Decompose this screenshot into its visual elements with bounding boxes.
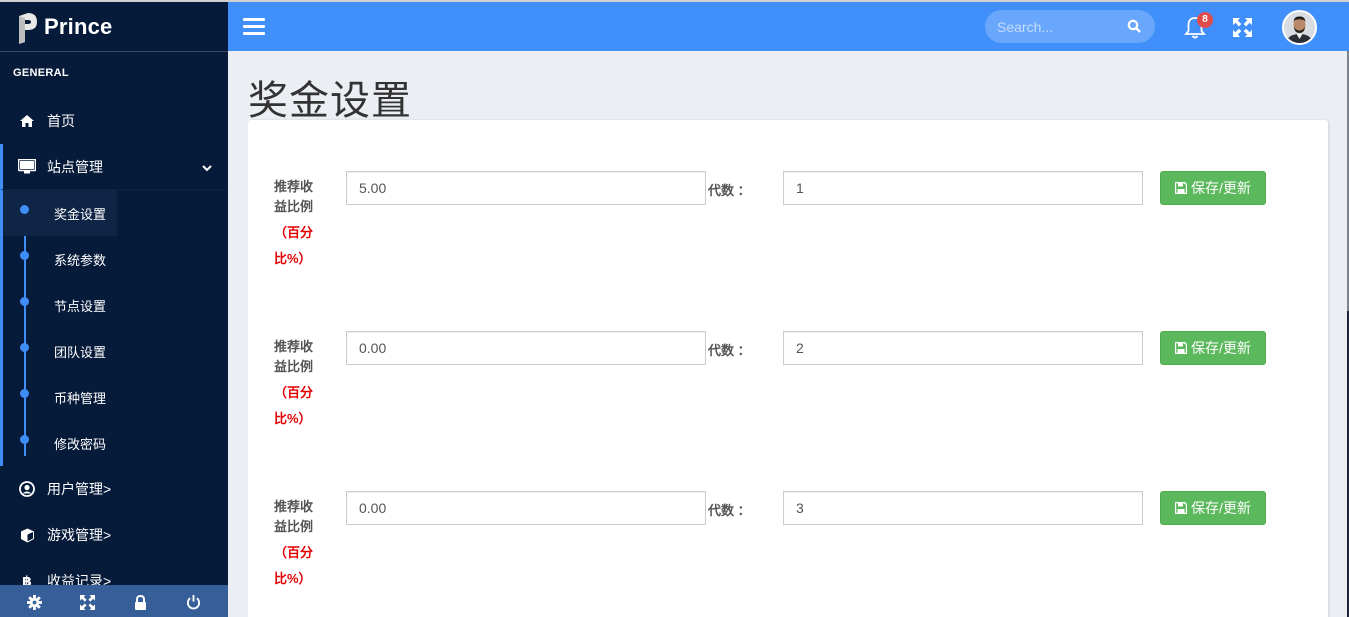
power-icon[interactable] — [185, 593, 203, 611]
sidebar-subitem-label: 奖金设置 — [54, 206, 107, 222]
generation-input[interactable] — [783, 331, 1143, 365]
sidebar-subitem-label: 修改密码 — [54, 436, 107, 452]
home-icon — [18, 113, 36, 129]
bonus-row-2: 推荐收益比例 （百分比%） 代数 ： 保存/更新 — [248, 331, 1328, 441]
generation-label: 代数 ： — [708, 343, 751, 358]
sidebar-subitem-label: 团队设置 — [54, 344, 107, 360]
submenu-site-management: 奖金设置 系统参数 节点设置 团队设置 币种管理 修改密码 — [0, 190, 228, 466]
lock-icon[interactable] — [132, 593, 150, 611]
menu-toggle-icon[interactable] — [243, 18, 265, 36]
search-icon[interactable] — [1127, 19, 1141, 38]
sidebar-subitem-change-password[interactable]: 修改密码 — [3, 420, 228, 466]
sidebar-item-label: 站点管理 — [47, 158, 103, 175]
bonus-settings-card: 推荐收益比例 （百分比%） 代数 ： 保存/更新 推荐收益比例 （百分比%） 代… — [248, 120, 1328, 617]
generation-input[interactable] — [783, 491, 1143, 525]
bullet-dot-icon — [20, 251, 29, 260]
prince-logo-icon — [18, 12, 38, 44]
save-update-button[interactable]: 保存/更新 — [1160, 171, 1266, 205]
bullet-dot-icon — [20, 435, 29, 444]
ratio-label: 推荐收益比例 （百分比%） — [274, 497, 320, 592]
bonus-row-3: 推荐收益比例 （百分比%） 代数 ： 保存/更新 — [248, 491, 1328, 601]
sidebar-subitem-label: 币种管理 — [54, 390, 107, 406]
fullscreen-icon[interactable] — [1233, 18, 1252, 42]
brand[interactable]: Prince — [0, 2, 228, 52]
sidebar-item-user-management[interactable]: 用户管理> — [0, 466, 228, 512]
floppy-disk-icon — [1175, 342, 1188, 354]
save-update-button[interactable]: 保存/更新 — [1160, 491, 1266, 525]
sidebar-subitem-label: 系统参数 — [54, 252, 107, 268]
ratio-label: 推荐收益比例 （百分比%） — [274, 177, 320, 272]
topbar: 8 — [228, 2, 1349, 51]
sidebar-subitem-bonus-settings[interactable]: 奖金设置 — [3, 190, 117, 236]
generation-label: 代数 ： — [708, 503, 751, 518]
bullet-dot-icon — [20, 343, 29, 352]
sidebar-subitem-currency-management[interactable]: 币种管理 — [3, 374, 228, 420]
save-update-label: 保存/更新 — [1191, 180, 1251, 196]
user-avatar[interactable] — [1282, 10, 1317, 45]
monitor-icon — [18, 159, 36, 175]
ratio-unit-label: （百分比%） — [274, 545, 314, 586]
ratio-input[interactable] — [346, 491, 706, 525]
sidebar-item-game-management[interactable]: 游戏管理> — [0, 512, 228, 558]
search-box — [985, 10, 1155, 43]
ratio-input[interactable] — [346, 171, 706, 205]
bullet-dot-icon — [20, 297, 29, 306]
bonus-row-1: 推荐收益比例 （百分比%） 代数 ： 保存/更新 — [248, 171, 1328, 281]
chevron-down-icon — [202, 159, 212, 175]
user-circle-icon — [18, 481, 36, 497]
sidebar-subitem-team-settings[interactable]: 团队设置 — [3, 328, 228, 374]
gear-icon[interactable] — [26, 593, 44, 611]
expand-icon[interactable] — [79, 593, 97, 611]
generation-input[interactable] — [783, 171, 1143, 205]
notification-badge: 8 — [1197, 12, 1213, 28]
ratio-unit-label: （百分比%） — [274, 225, 314, 266]
ratio-label: 推荐收益比例 （百分比%） — [274, 337, 320, 432]
sidebar-subitem-node-settings[interactable]: 节点设置 — [3, 282, 228, 328]
sidebar-subitem-system-params[interactable]: 系统参数 — [3, 236, 228, 282]
page-title: 奖金设置 — [248, 79, 412, 123]
ratio-unit-label: （百分比%） — [274, 385, 314, 426]
sidebar-item-home[interactable]: 首页 — [0, 98, 228, 144]
search-input[interactable] — [985, 10, 1115, 43]
brand-name: Prince — [44, 13, 113, 39]
save-update-label: 保存/更新 — [1191, 340, 1251, 356]
bullet-dot-icon — [20, 205, 29, 214]
cube-icon — [18, 527, 36, 543]
section-title: GENERAL — [13, 67, 69, 79]
ratio-input[interactable] — [346, 331, 706, 365]
sidebar-item-label: 首页 — [47, 113, 75, 129]
bullet-dot-icon — [20, 389, 29, 398]
save-update-button[interactable]: 保存/更新 — [1160, 331, 1266, 365]
floppy-disk-icon — [1175, 182, 1188, 194]
sidebar-item-label: 游戏管理> — [47, 527, 112, 543]
sidebar-subitem-label: 节点设置 — [54, 298, 107, 314]
sidebar: Prince GENERAL 首页 站点管理 奖金设置 系统参数 节点设置 团队… — [0, 2, 228, 617]
save-update-label: 保存/更新 — [1191, 500, 1251, 516]
sidebar-item-site-management[interactable]: 站点管理 — [0, 144, 228, 190]
sidebar-item-label: 用户管理> — [47, 481, 112, 497]
sidebar-footer — [0, 585, 228, 617]
floppy-disk-icon — [1175, 502, 1188, 514]
generation-label: 代数 ： — [708, 183, 751, 198]
